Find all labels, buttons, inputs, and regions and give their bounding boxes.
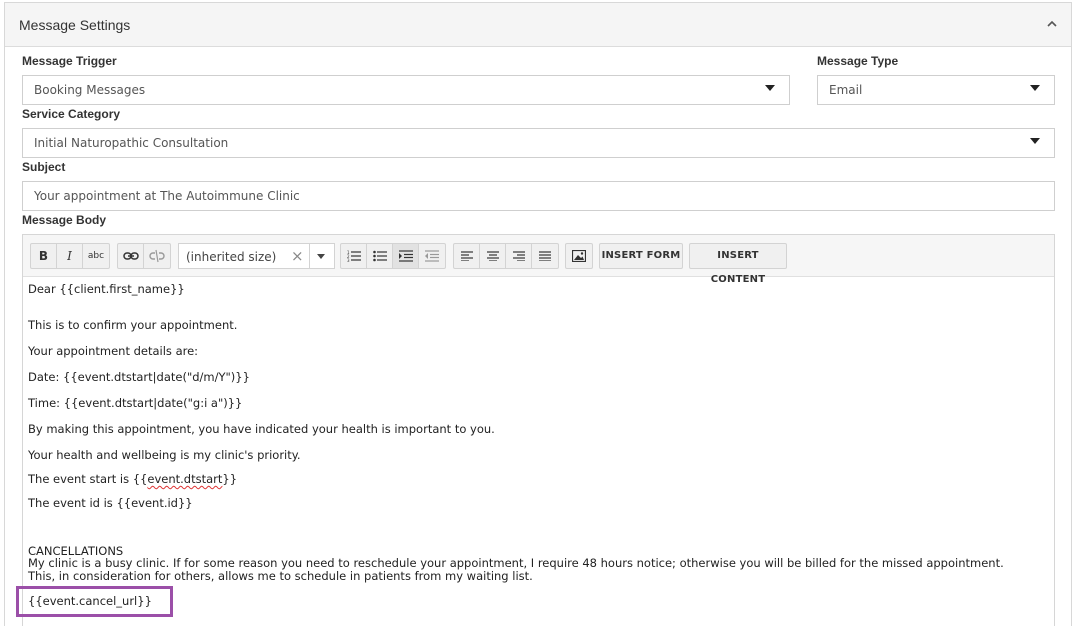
align-center-icon [486, 251, 499, 261]
event-start-prefix: The event start is {{ [28, 472, 148, 486]
link-button[interactable] [118, 244, 144, 268]
italic-button[interactable]: I [57, 244, 83, 268]
highlight-box [16, 586, 173, 617]
text-style-group: B I abc [30, 243, 110, 269]
font-size-value: (inherited size) [186, 250, 277, 264]
dropdown-caret-icon [765, 85, 775, 91]
outdent-icon [425, 250, 439, 262]
align-center-button[interactable] [480, 244, 506, 268]
ordered-list-button[interactable]: 1 2 3 [341, 244, 367, 268]
message-type-label: Message Type [817, 54, 899, 68]
align-left-icon [460, 251, 473, 261]
message-trigger-select[interactable]: Booking Messages [22, 75, 790, 105]
insert-image-button[interactable] [566, 244, 592, 268]
indent-button[interactable] [393, 244, 419, 268]
strikethrough-label: abc [87, 251, 105, 261]
justify-button[interactable] [532, 244, 558, 268]
insert-content-button[interactable]: INSERT CONTENT [689, 243, 787, 285]
chevron-up-icon[interactable] [1045, 17, 1059, 31]
message-trigger-value: Booking Messages [34, 83, 146, 97]
ordered-list-icon: 1 2 3 [347, 250, 361, 262]
justify-icon [539, 251, 551, 261]
panel-header[interactable]: Message Settings [5, 3, 1071, 47]
select-divider [309, 244, 310, 268]
align-right-icon [512, 251, 525, 261]
date-line: Date: {{event.dtstart|date("d/m/Y")}} [28, 370, 250, 384]
message-body-label: Message Body [22, 213, 107, 227]
greeting-line: Dear {{client.first_name}} [28, 282, 185, 296]
subject-input[interactable]: Your appointment at The Autoimmune Clini… [22, 181, 1055, 211]
health-important-line: By making this appointment, you have ind… [28, 422, 495, 436]
editor-toolbar: B I abc (inherited size) × 1 2 3 INSERT … [23, 235, 1054, 285]
time-line: Time: {{event.dtstart|date("g:i a")}} [28, 396, 243, 410]
font-size-select[interactable]: (inherited size) × [178, 243, 335, 269]
align-group [453, 243, 559, 269]
cancellations-paragraph: My clinic is a busy clinic. If for some … [28, 556, 1004, 583]
svg-text:3: 3 [347, 258, 350, 262]
wellbeing-line: Your health and wellbeing is my clinic's… [28, 448, 301, 462]
panel-title: Message Settings [19, 17, 131, 33]
event-start-line: The event start is {{event.dtstart}} [28, 472, 237, 486]
outdent-button[interactable] [419, 244, 445, 268]
image-group [565, 243, 593, 269]
dropdown-caret-icon[interactable] [317, 254, 325, 259]
message-body-editor[interactable]: B I abc (inherited size) × 1 2 3 INSERT … [22, 234, 1055, 626]
align-right-button[interactable] [506, 244, 532, 268]
link-group [117, 243, 171, 269]
align-left-button[interactable] [454, 244, 480, 268]
bullet-list-button[interactable] [367, 244, 393, 268]
insert-form-button[interactable]: INSERT FORM [599, 243, 683, 269]
message-type-value: Email [829, 83, 863, 97]
service-category-value: Initial Naturopathic Consultation [34, 136, 229, 150]
event-id-line: The event id is {{event.id}} [28, 496, 193, 510]
strikethrough-button[interactable]: abc [83, 244, 109, 268]
list-group: 1 2 3 [340, 243, 446, 269]
image-icon [572, 250, 586, 262]
service-category-select[interactable]: Initial Naturopathic Consultation [22, 128, 1055, 158]
dropdown-caret-icon [1030, 85, 1040, 91]
message-type-select[interactable]: Email [817, 75, 1055, 105]
confirm-line: This is to confirm your appointment. [28, 318, 238, 332]
italic-label: I [67, 249, 72, 263]
bullet-list-icon [372, 250, 387, 262]
clear-icon[interactable]: × [291, 247, 304, 265]
dropdown-caret-icon [1030, 138, 1040, 144]
subject-value: Your appointment at The Autoimmune Clini… [34, 189, 300, 203]
unlink-button[interactable] [144, 244, 170, 268]
subject-label: Subject [22, 160, 66, 174]
details-line: Your appointment details are: [28, 344, 199, 358]
message-trigger-label: Message Trigger [22, 54, 117, 68]
unlink-icon [149, 249, 165, 263]
service-category-label: Service Category [22, 107, 121, 121]
link-icon [122, 252, 139, 260]
event-start-suffix: }} [222, 472, 238, 486]
indent-icon [398, 250, 413, 262]
bold-button[interactable]: B [31, 244, 57, 268]
bold-label: B [38, 249, 49, 263]
event-start-variable: event.dtstart [147, 472, 223, 486]
